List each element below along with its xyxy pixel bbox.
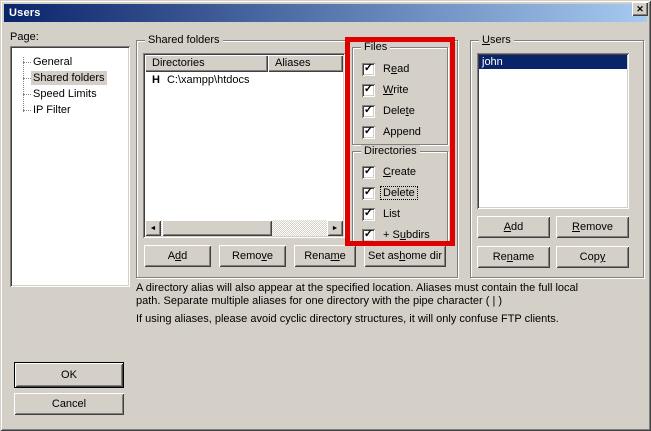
- page-tree[interactable]: General Shared folders Speed Limits IP F…: [10, 46, 130, 287]
- shared-add-button[interactable]: Add: [144, 245, 211, 267]
- tree-line-stub: [23, 110, 31, 111]
- subdirs-checkbox[interactable]: ✓: [362, 229, 375, 242]
- users-rename-button[interactable]: Rename: [477, 246, 550, 268]
- users-remove-button[interactable]: Remove: [556, 216, 629, 238]
- checkbox-row-subdirs[interactable]: ✓ + Subdirs: [362, 228, 432, 242]
- directory-row[interactable]: H C:\xampp\htdocs: [145, 72, 343, 87]
- directories-list[interactable]: Directories Aliases H C:\xampp\htdocs ◄ …: [143, 53, 345, 238]
- user-list-item-john[interactable]: john: [479, 55, 627, 69]
- horizontal-scrollbar[interactable]: ◄ ►: [145, 220, 343, 236]
- list-header: Directories Aliases: [145, 55, 343, 72]
- checkbox-row-file-delete[interactable]: ✓ Delete: [362, 104, 417, 118]
- append-checkbox[interactable]: ✓: [362, 126, 375, 139]
- tree-line-stub: [23, 62, 31, 63]
- column-header-aliases[interactable]: Aliases: [268, 55, 343, 72]
- scrollbar-thumb[interactable]: [162, 220, 272, 236]
- alias-note-text: A directory alias will also appear at th…: [136, 282, 581, 308]
- shared-rename-button[interactable]: Rename: [294, 245, 356, 267]
- dir-delete-checkbox-label: Delete: [381, 187, 417, 199]
- close-icon: ✕: [636, 5, 644, 14]
- checkmark-icon: ✓: [364, 228, 373, 241]
- column-header-directories[interactable]: Directories: [145, 55, 268, 72]
- tree-item-label: Shared folders: [31, 71, 107, 85]
- cancel-button[interactable]: Cancel: [14, 393, 124, 415]
- checkbox-row-write[interactable]: ✓ Write: [362, 83, 410, 97]
- checkmark-icon: ✓: [364, 104, 373, 117]
- directories-permissions-group: Directories ✓ Create ✓ Delete ✓ List ✓ +…: [352, 151, 448, 243]
- append-checkbox-label: Append: [381, 126, 423, 138]
- users-dialog: Users ✕ Page: General Shared folders Spe…: [0, 0, 651, 431]
- tree-item-ip-filter[interactable]: IP Filter: [23, 102, 73, 118]
- tree-item-shared-folders[interactable]: Shared folders: [23, 70, 107, 86]
- shared-folders-group-title: Shared folders: [145, 34, 223, 46]
- files-permissions-group: Files ✓ Read ✓ Write ✓ Delete ✓ Append: [352, 47, 448, 145]
- list-checkbox-label: List: [381, 208, 402, 220]
- checkmark-icon: ✓: [364, 62, 373, 75]
- cyclic-note-text: If using aliases, please avoid cyclic di…: [136, 313, 636, 326]
- checkmark-icon: ✓: [364, 186, 373, 199]
- tree-line-stub: [23, 94, 31, 95]
- checkbox-row-append[interactable]: ✓ Append: [362, 125, 423, 139]
- file-delete-checkbox[interactable]: ✓: [362, 105, 375, 118]
- checkbox-row-create[interactable]: ✓ Create: [362, 165, 418, 179]
- scroll-left-icon: ◄: [150, 225, 157, 232]
- tree-item-general[interactable]: General: [23, 54, 74, 70]
- create-checkbox-label: Create: [381, 166, 418, 178]
- create-checkbox[interactable]: ✓: [362, 166, 375, 179]
- users-group: Users john Add Remove Rename Copy: [470, 40, 644, 278]
- page-tree-inner: General Shared folders Speed Limits IP F…: [12, 48, 128, 285]
- users-copy-button[interactable]: Copy: [556, 246, 629, 268]
- home-flag: H: [152, 74, 160, 86]
- checkmark-icon: ✓: [364, 83, 373, 96]
- users-list[interactable]: john: [477, 53, 629, 209]
- file-delete-checkbox-label: Delete: [381, 105, 417, 117]
- tree-item-label: IP Filter: [31, 103, 73, 117]
- write-checkbox-label: Write: [381, 84, 410, 96]
- titlebar[interactable]: Users: [4, 4, 647, 22]
- tree-item-label: Speed Limits: [31, 87, 99, 101]
- tree-item-label: General: [31, 55, 74, 69]
- dir-delete-checkbox[interactable]: ✓: [362, 187, 375, 200]
- users-group-title: Users: [479, 34, 514, 46]
- shared-remove-button[interactable]: Remove: [219, 245, 286, 267]
- users-add-button[interactable]: Add: [477, 216, 550, 238]
- checkbox-row-read[interactable]: ✓ Read: [362, 62, 411, 76]
- directory-path: C:\xampp\htdocs: [167, 74, 250, 86]
- read-checkbox[interactable]: ✓: [362, 63, 375, 76]
- checkbox-row-dir-delete[interactable]: ✓ Delete: [362, 186, 417, 200]
- ok-button-frame: OK: [14, 362, 124, 388]
- checkbox-row-list[interactable]: ✓ List: [362, 207, 402, 221]
- read-checkbox-label: Read: [381, 63, 411, 75]
- checkmark-icon: ✓: [364, 165, 373, 178]
- list-checkbox[interactable]: ✓: [362, 208, 375, 221]
- tree-line-stub: [23, 78, 31, 79]
- page-label: Page:: [10, 31, 39, 43]
- checkmark-icon: ✓: [364, 207, 373, 220]
- tree-item-speed-limits[interactable]: Speed Limits: [23, 86, 99, 102]
- checkmark-icon: ✓: [364, 125, 373, 138]
- write-checkbox[interactable]: ✓: [362, 84, 375, 97]
- ok-button[interactable]: OK: [15, 363, 123, 387]
- subdirs-checkbox-label: + Subdirs: [381, 229, 432, 241]
- scroll-right-button[interactable]: ►: [327, 220, 343, 236]
- files-group-title: Files: [361, 41, 390, 53]
- close-button[interactable]: ✕: [632, 2, 648, 16]
- scroll-right-icon: ►: [332, 225, 339, 232]
- scroll-left-button[interactable]: ◄: [145, 220, 161, 236]
- directories-group-title: Directories: [361, 145, 420, 157]
- window-title: Users: [9, 7, 41, 19]
- set-as-home-dir-button[interactable]: Set as home dir: [364, 245, 446, 267]
